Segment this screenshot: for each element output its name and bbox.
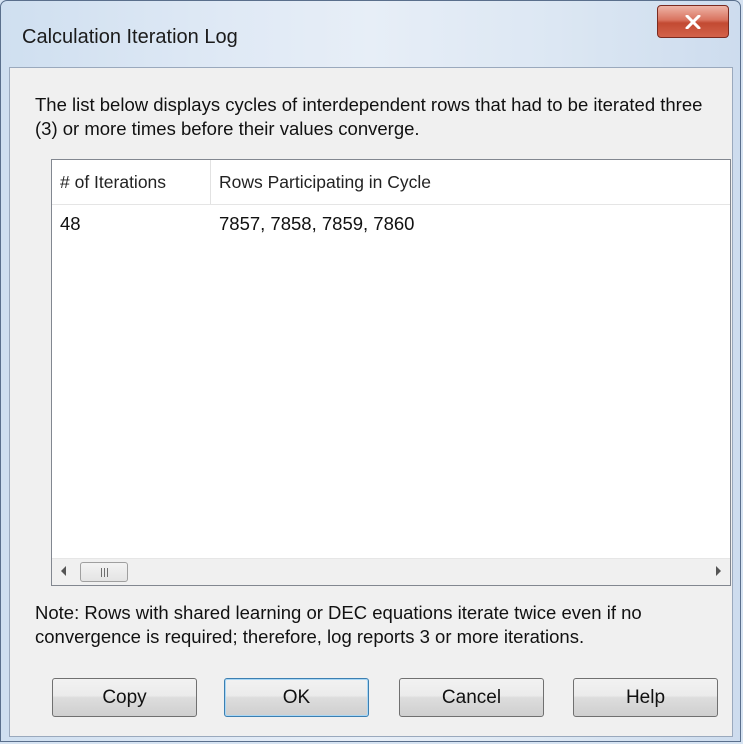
scroll-right-button[interactable] xyxy=(706,559,730,585)
dialog-window: Calculation Iteration Log The list below… xyxy=(0,0,741,742)
column-header-rows[interactable]: Rows Participating in Cycle xyxy=(211,160,730,204)
table-row[interactable]: 48 7857, 7858, 7859, 7860 xyxy=(52,207,730,241)
help-button[interactable]: Help xyxy=(573,678,718,717)
copy-button[interactable]: Copy xyxy=(52,678,197,717)
scroll-left-button[interactable] xyxy=(52,559,76,585)
iteration-list[interactable]: # of Iterations Rows Participating in Cy… xyxy=(51,159,731,586)
description-text: The list below displays cycles of interd… xyxy=(35,94,703,139)
window-title: Calculation Iteration Log xyxy=(22,26,238,48)
cell-iterations: 48 xyxy=(60,213,81,234)
close-icon xyxy=(685,14,701,29)
close-button[interactable] xyxy=(657,5,729,38)
cancel-button[interactable]: Cancel xyxy=(399,678,544,717)
column-header-iterations[interactable]: # of Iterations xyxy=(52,160,211,204)
dialog-content: The list below displays cycles of interd… xyxy=(9,67,733,737)
grip-icon xyxy=(100,567,108,577)
list-header: # of Iterations Rows Participating in Cy… xyxy=(52,160,730,205)
ok-button[interactable]: OK xyxy=(224,678,369,717)
scrollbar-thumb[interactable] xyxy=(80,562,128,582)
horizontal-scrollbar[interactable] xyxy=(52,558,730,585)
note-text: Note: Rows with shared learning or DEC e… xyxy=(35,602,642,647)
chevron-right-icon xyxy=(715,563,721,581)
chevron-left-icon xyxy=(61,563,67,581)
cell-rows: 7857, 7858, 7859, 7860 xyxy=(219,213,415,234)
title-bar[interactable]: Calculation Iteration Log xyxy=(1,1,740,59)
